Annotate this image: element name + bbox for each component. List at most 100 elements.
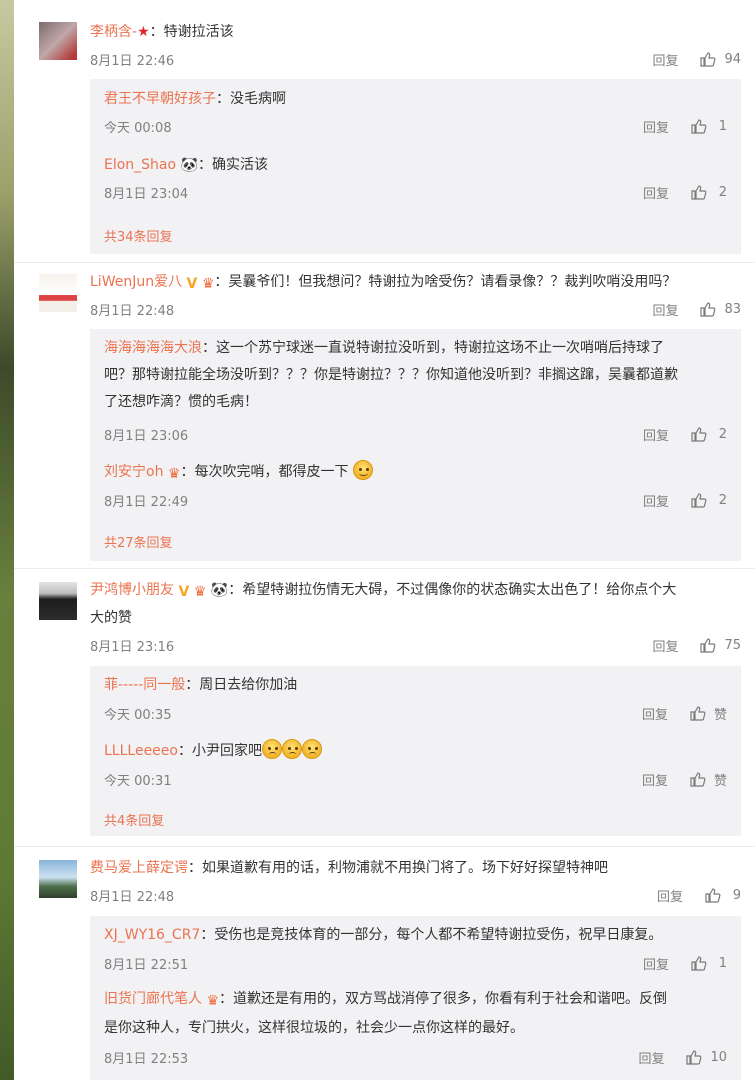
- avatar[interactable]: [39, 274, 77, 312]
- sad-emoji-icon: [261, 739, 282, 759]
- comment-text: 希望特谢拉伤情无大碍，不过偶像你的状态确实太出色了！给你点个大: [242, 582, 677, 598]
- like-button[interactable]: 75: [700, 638, 741, 653]
- reply-time: 8月1日 23:04: [104, 187, 189, 202]
- fan-badge-icon: ♛: [193, 584, 207, 600]
- panda-icon: 🐼: [210, 582, 229, 598]
- reply-button[interactable]: 回复: [642, 704, 668, 723]
- divider: [14, 262, 755, 263]
- reply-text: 道歉还是有用的，双方骂战消停了很多，你看有利于社会和谐吧。反倒: [233, 991, 668, 1007]
- reply-username[interactable]: 刘安宁oh: [104, 464, 163, 480]
- reply-time: 今天 00:31: [104, 774, 172, 789]
- reply-username[interactable]: LLLLeeeeo: [104, 743, 178, 759]
- comment-actions: 回复 83: [652, 300, 741, 319]
- comment-actions: 回复 75: [652, 636, 741, 655]
- thumbs-up-icon: [690, 706, 706, 721]
- reply-text: 小尹回家吧: [191, 743, 262, 759]
- sad-emoji-icon: [281, 739, 302, 759]
- comment-text: 特谢拉活该: [163, 24, 234, 40]
- comment-time: 8月1日 22:48: [90, 890, 175, 905]
- more-replies-link[interactable]: 共34条回复: [104, 226, 173, 245]
- divider: [14, 568, 755, 569]
- reply-time: 8月1日 22:49: [104, 495, 189, 510]
- thumbs-up-icon: [691, 493, 707, 508]
- like-button[interactable]: 10: [686, 1050, 727, 1065]
- reply-button[interactable]: 回复: [657, 886, 683, 905]
- comment-time: 8月1日 22:46: [90, 54, 175, 69]
- thumbs-up-icon: [691, 119, 707, 134]
- thumbs-up-icon: [691, 956, 707, 971]
- more-replies-link[interactable]: 共27条回复: [104, 532, 173, 551]
- like-button[interactable]: 1: [691, 956, 727, 971]
- like-count: 83: [724, 302, 741, 317]
- reply-text: 没毛病啊: [230, 91, 286, 107]
- reply-time: 今天 00:35: [104, 708, 172, 723]
- reply-item: 君王不早朝好孩子：没毛病啊 今天 00:08 回复 1: [104, 91, 727, 136]
- thumbs-up-icon: [700, 302, 716, 317]
- verified-v-icon: V: [186, 276, 198, 292]
- reply-button[interactable]: 回复: [652, 300, 678, 319]
- like-count: 9: [732, 888, 741, 903]
- avatar[interactable]: [39, 860, 77, 898]
- comment-actions: 回复 94: [652, 50, 741, 69]
- fan-badge-icon: ♛: [167, 466, 181, 482]
- panda-icon: 🐼: [180, 157, 198, 173]
- more-replies-link[interactable]: 共4条回复: [104, 810, 164, 829]
- reply-username[interactable]: XJ_WY16_CR7: [104, 927, 200, 943]
- reply-button[interactable]: 回复: [652, 50, 678, 69]
- like-count: 2: [718, 493, 727, 508]
- reply-time: 8月1日 23:06: [104, 429, 189, 444]
- reply-button[interactable]: 回复: [642, 770, 668, 789]
- reply-button[interactable]: 回复: [643, 954, 669, 973]
- thumbs-up-icon: [686, 1050, 702, 1065]
- reply-button[interactable]: 回复: [643, 425, 669, 444]
- reply-username[interactable]: 旧货门廊代笔人: [104, 991, 202, 1007]
- reply-item: 海海海海海大浪：这一个苏宁球迷一直说特谢拉没听到，特谢拉这场不止一次哨哨后持球了…: [104, 340, 727, 444]
- reply-button[interactable]: 回复: [643, 117, 669, 136]
- like-button[interactable]: 1: [691, 119, 727, 134]
- like-button[interactable]: 2: [691, 493, 727, 508]
- comment-username[interactable]: 费马爱上薛定谔: [90, 860, 188, 876]
- like-count: 1: [718, 956, 727, 971]
- reply-item: Elon_Shao 🐼：确实活该 8月1日 23:04 回复 2: [104, 157, 727, 202]
- comment-panel: 李柄含-★：特谢拉活该 8月1日 22:46 回复 94 君王不早朝好孩子：没毛…: [14, 0, 755, 1080]
- comment-time: 8月1日 22:48: [90, 304, 175, 319]
- comment-text: 如果道歉有用的话，利物浦就不用换门将了。场下好好探望特神吧: [202, 860, 608, 876]
- background-photo-strip: [0, 0, 14, 1080]
- reply-box: 君王不早朝好孩子：没毛病啊 今天 00:08 回复 1 Elon_Shao 🐼：…: [90, 79, 741, 254]
- reply-box: 菲-----同一般：周日去给你加油 今天 00:35 回复 赞 LLLLeeee…: [90, 666, 741, 836]
- comment-text: 吴曩爷们！但我想问？特谢拉为啥受伤？请看录像？？裁判吹哨没用吗？: [228, 274, 677, 290]
- reply-username[interactable]: Elon_Shao: [104, 157, 176, 173]
- verified-v-icon: V: [178, 584, 190, 600]
- avatar[interactable]: [39, 582, 77, 620]
- like-button[interactable]: 赞: [690, 704, 727, 723]
- reply-button[interactable]: 回复: [652, 636, 678, 655]
- reply-text: 每次吹完哨，都得皮一下: [194, 464, 349, 480]
- reply-text-line: 了还想咋滴？惯的毛病！: [104, 394, 258, 410]
- sad-emoji-icon: [301, 739, 322, 759]
- like-button[interactable]: 94: [700, 52, 741, 67]
- smile-emoji-icon: [352, 460, 373, 480]
- comment-username[interactable]: 李柄含-: [90, 24, 137, 40]
- reply-time: 8月1日 22:53: [104, 1052, 189, 1067]
- reply-username[interactable]: 海海海海海大浪: [104, 340, 202, 356]
- reply-item: 刘安宁oh ♛：每次吹完哨，都得皮一下 8月1日 22:49 回复 2: [104, 459, 727, 513]
- like-button[interactable]: 赞: [690, 770, 727, 789]
- like-button[interactable]: 83: [700, 302, 741, 317]
- divider: [14, 846, 755, 847]
- reply-box: 海海海海海大浪：这一个苏宁球迷一直说特谢拉没听到，特谢拉这场不止一次哨哨后持球了…: [90, 329, 741, 561]
- reply-button[interactable]: 回复: [643, 491, 669, 510]
- reply-box: XJ_WY16_CR7：受伤也是竞技体育的一部分，每个人都不希望特谢拉受伤，祝早…: [90, 916, 741, 1080]
- comment-username[interactable]: LiWenJun爱八: [90, 274, 182, 290]
- comment-actions: 回复 9: [657, 886, 741, 905]
- like-button[interactable]: 9: [705, 888, 741, 903]
- reply-button[interactable]: 回复: [643, 183, 669, 202]
- like-button[interactable]: 2: [691, 427, 727, 442]
- avatar[interactable]: [39, 22, 77, 60]
- like-button[interactable]: 2: [691, 185, 727, 200]
- thumbs-up-icon: [691, 427, 707, 442]
- reply-button[interactable]: 回复: [638, 1048, 664, 1067]
- comment-username[interactable]: 尹鸿博小朋友: [90, 582, 174, 598]
- reply-username[interactable]: 菲-----同一般: [104, 677, 185, 693]
- thumbs-up-icon: [691, 185, 707, 200]
- reply-username[interactable]: 君王不早朝好孩子: [104, 91, 216, 107]
